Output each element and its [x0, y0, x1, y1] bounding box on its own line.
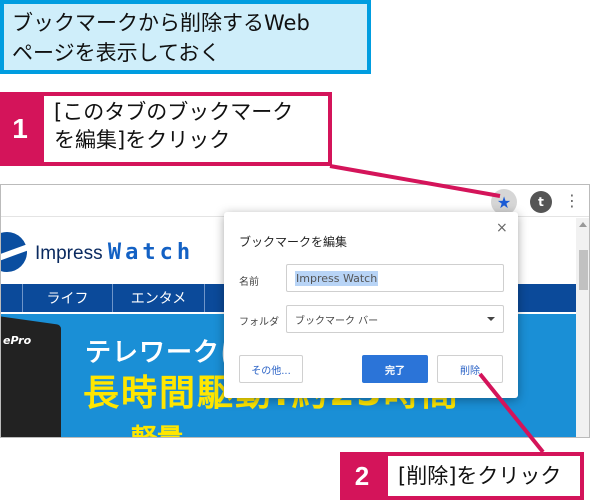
- step-2-number: 2: [340, 452, 384, 500]
- hero-line-3: 軽量: [131, 418, 183, 437]
- logo-impress-text: Impress: [35, 243, 103, 264]
- scroll-thumb[interactable]: [579, 250, 588, 290]
- nav-item-entertainment[interactable]: エンタメ: [113, 284, 205, 312]
- tutorial-figure: ブックマークから削除するWeb ページを表示しておく 1 [このタブのブックマー…: [0, 0, 600, 501]
- page-scrollbar[interactable]: [576, 218, 589, 437]
- step-1-line-1: [このタブのブックマーク: [54, 100, 294, 124]
- laptop-label: ePro: [3, 334, 32, 347]
- logo-watch-text: Watch: [107, 240, 195, 265]
- remove-button[interactable]: 削除: [437, 355, 503, 383]
- instruction-caption-inner: ブックマークから削除するWeb ページを表示しておく: [4, 4, 367, 70]
- browser-menu-icon[interactable]: ⋮: [564, 191, 580, 211]
- folder-select[interactable]: ブックマーク バー: [286, 305, 504, 333]
- step-1-callout: [このタブのブックマーク を編集]をクリック: [40, 92, 332, 166]
- nav-item-life[interactable]: ライフ: [23, 284, 113, 312]
- step-1-line-2: を編集]をクリック: [54, 128, 231, 152]
- name-label: 名前: [239, 277, 259, 288]
- instruction-caption: ブックマークから削除するWeb ページを表示しておく: [0, 0, 371, 74]
- step-2-callout: [削除]をクリック: [384, 452, 584, 500]
- bookmark-name-input[interactable]: Impress Watch: [286, 264, 504, 292]
- chevron-down-icon: [487, 317, 495, 321]
- nav-item-partial[interactable]: [1, 284, 23, 312]
- site-logo[interactable]: Impress Watch: [35, 240, 194, 265]
- folder-label: フォルダ: [239, 317, 279, 328]
- folder-value: ブックマーク バー: [295, 315, 379, 327]
- step-2-text: [削除]をクリック: [398, 464, 562, 488]
- bookmark-name-value: Impress Watch: [295, 270, 379, 286]
- profile-avatar[interactable]: t: [530, 191, 552, 213]
- dialog-title: ブックマークを編集: [239, 235, 348, 249]
- done-button[interactable]: 完了: [362, 355, 428, 383]
- instruction-line-1: ブックマークから削除するWeb: [12, 11, 310, 35]
- instruction-line-2: ページを表示しておく: [12, 41, 221, 65]
- more-button[interactable]: その他...: [239, 355, 303, 383]
- step-1-number: 1: [0, 92, 40, 166]
- scroll-up-icon[interactable]: [579, 222, 587, 227]
- close-icon[interactable]: ×: [496, 220, 508, 236]
- impress-logo-icon[interactable]: [1, 232, 27, 272]
- edit-bookmark-dialog: ブックマークを編集 × 名前 Impress Watch フォルダ ブックマーク…: [224, 212, 518, 398]
